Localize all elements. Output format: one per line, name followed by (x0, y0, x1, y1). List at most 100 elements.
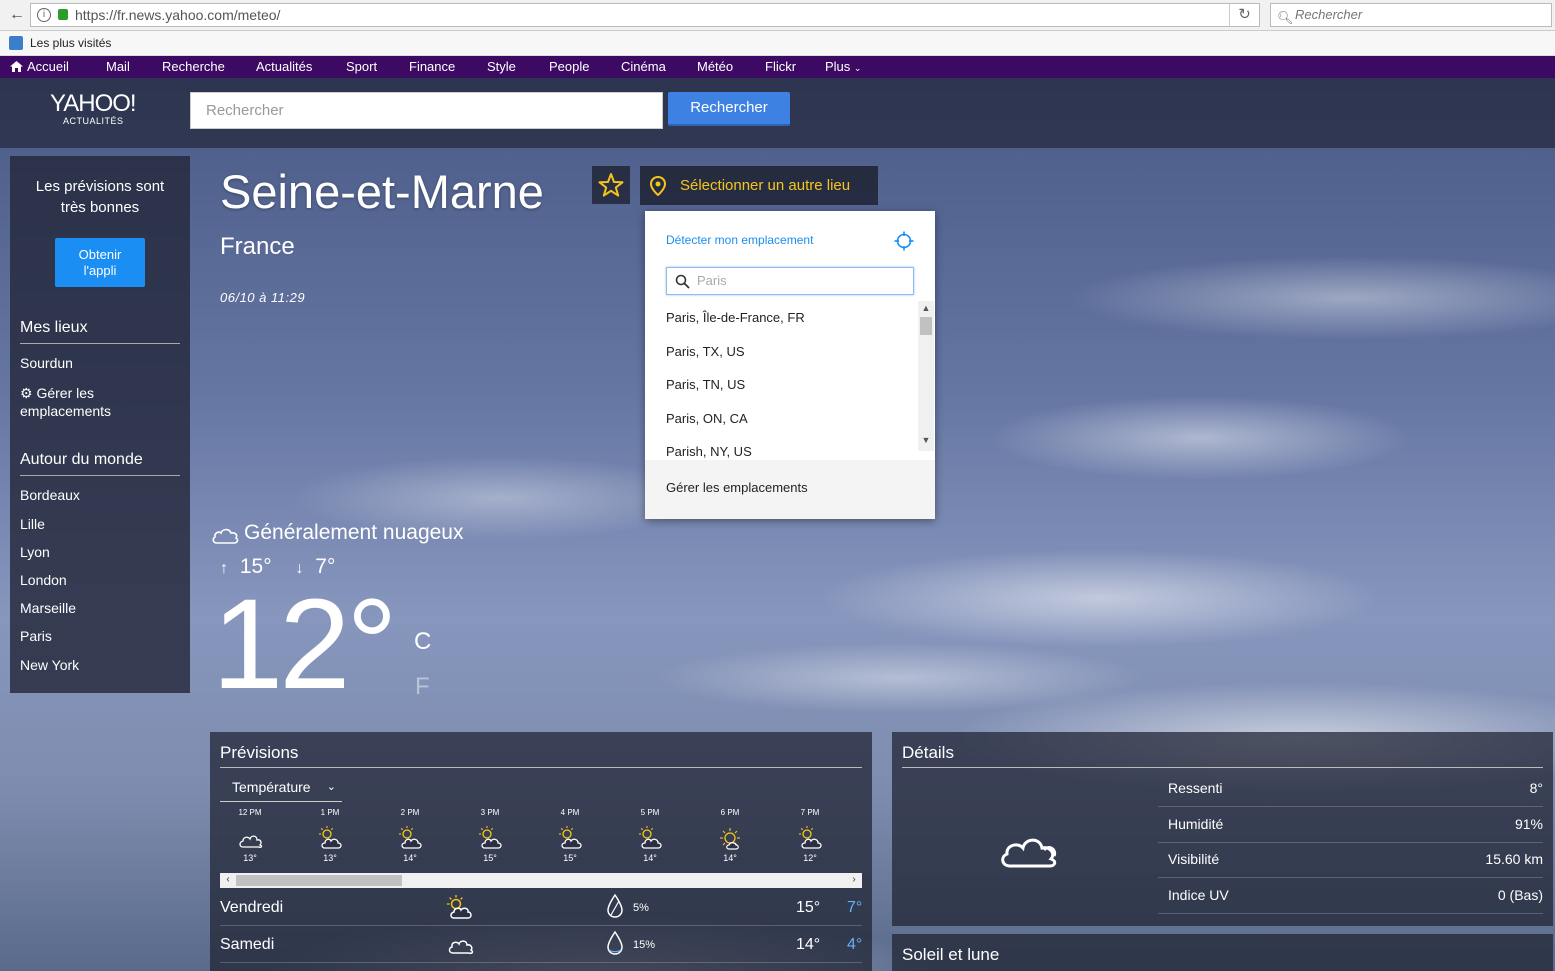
hour-time: 1 PM (320, 808, 340, 817)
manage-locations-link[interactable]: ⚙ Gérer les emplacements (20, 384, 111, 420)
hour-time: 4 PM (560, 808, 580, 817)
results-scrollbar[interactable]: ▲ ▼ (918, 301, 934, 451)
sidebar-item-london[interactable]: London (20, 572, 67, 588)
hour-time: 12 PM (238, 808, 262, 817)
scroll-thumb[interactable] (236, 875, 402, 886)
day-name: Samedi (220, 936, 275, 953)
hour-temp: 14° (643, 853, 657, 863)
search-icon: 🔍︎ (1277, 10, 1294, 25)
condition-text: Généralement nuageux (244, 521, 464, 544)
unit-fahrenheit[interactable]: F (415, 673, 430, 701)
scroll-up-icon[interactable]: ▲ (918, 303, 934, 313)
cloud-icon (1001, 838, 1057, 868)
sidebar-item-new-york[interactable]: New York (20, 657, 79, 673)
get-app-button[interactable]: Obtenir l'appli (55, 238, 145, 287)
home-icon (10, 61, 23, 72)
header-search-input[interactable]: Rechercher (190, 92, 663, 129)
detect-location-link[interactable]: Détecter mon emplacement (666, 233, 813, 247)
hourly-item: 4 PM 15° (540, 808, 600, 863)
select-location-button[interactable]: Sélectionner un autre lieu (640, 166, 878, 205)
nav-flickr[interactable]: Flickr (765, 56, 796, 78)
sun-icon (720, 828, 740, 850)
nav-accueil[interactable]: Accueil (10, 56, 69, 78)
sidebar-item-lille[interactable]: Lille (20, 516, 45, 532)
manage-locations-footer[interactable]: Gérer les emplacements (645, 460, 935, 519)
bookmark-most-visited[interactable]: Les plus visités (30, 36, 111, 50)
browser-search-input[interactable]: 🔍︎ Rechercher (1270, 3, 1552, 27)
forecast-title: Prévisions (220, 743, 299, 762)
browser-toolbar: ← i https://fr.news.yahoo.com/meteo/ ↻ 🔍… (0, 0, 1555, 31)
hour-temp: 15° (563, 853, 577, 863)
details-panel: Détails Ressenti 8° Humidité 91% Visibil… (892, 732, 1553, 926)
scroll-down-icon[interactable]: ▼ (918, 435, 934, 445)
hourly-scrollbar[interactable]: ‹ › (220, 873, 862, 888)
back-arrow-icon[interactable]: ← (6, 5, 28, 25)
sun-moon-title: Soleil et lune (902, 945, 1000, 964)
unit-celsius[interactable]: C (414, 628, 431, 656)
nav-actualites[interactable]: Actualités (256, 56, 312, 78)
hour-temp: 13° (323, 853, 337, 863)
sidebar-item-bordeaux[interactable]: Bordeaux (20, 487, 80, 503)
detail-value: 15.60 km (1485, 851, 1543, 867)
search-icon (675, 274, 690, 289)
gear-icon: ⚙ (20, 385, 33, 401)
hour-temp: 14° (403, 853, 417, 863)
cloud-icon (239, 835, 263, 848)
nav-style[interactable]: Style (487, 56, 516, 78)
sidebar-item-marseille[interactable]: Marseille (20, 600, 76, 616)
sidebar-item-sourdun[interactable]: Sourdun (20, 355, 73, 371)
my-places-heading: Mes lieux (20, 319, 180, 344)
partly-cloudy-icon (479, 826, 502, 849)
nav-cinema[interactable]: Cinéma (621, 56, 666, 78)
nav-meteo[interactable]: Météo (697, 56, 733, 78)
location-title: Seine-et-Marne (220, 165, 544, 218)
day-high: 14° (796, 936, 821, 953)
details-title: Détails (902, 743, 954, 762)
reload-icon[interactable]: ↻ (1229, 4, 1259, 26)
nav-plus[interactable]: Plus ⌄ (825, 56, 861, 79)
hourly-item: 6 PM 14° (700, 808, 760, 863)
location-search-input[interactable]: Paris (666, 267, 914, 295)
yahoo-logo[interactable]: YAHOO! (50, 90, 137, 118)
result-item[interactable]: Paris, TX, US (666, 344, 745, 359)
result-item[interactable]: Paris, TN, US (666, 377, 745, 392)
partly-cloudy-icon (447, 895, 472, 919)
nav-recherche[interactable]: Recherche (162, 56, 225, 78)
header-search-button[interactable]: Rechercher (668, 92, 790, 126)
location-datetime: 06/10 à 11:29 (220, 290, 306, 305)
forecast-type-select[interactable]: Température ⌄ (220, 776, 342, 802)
scroll-right-icon[interactable]: › (847, 873, 861, 887)
hourly-item: 1 PM 13° (300, 808, 360, 863)
top-navigation: Accueil Mail Recherche Actualités Sport … (0, 56, 1555, 78)
info-icon[interactable]: i (37, 8, 51, 22)
favorite-button[interactable] (592, 166, 630, 204)
url-text: https://fr.news.yahoo.com/meteo/ (75, 7, 281, 23)
promo-text: Les prévisions sont très bonnes (35, 178, 165, 216)
hour-temp: 15° (483, 853, 497, 863)
nav-mail[interactable]: Mail (106, 56, 130, 78)
crosshair-icon[interactable] (894, 231, 914, 251)
detail-value: 0 (Bas) (1497, 887, 1543, 903)
divider (902, 767, 1543, 768)
result-item[interactable]: Paris, Île-de-France, FR (666, 310, 805, 325)
scroll-thumb[interactable] (920, 317, 932, 335)
hourly-item: 12 PM 13° (220, 808, 280, 863)
cloud-icon (212, 528, 239, 544)
bookmarks-bar: Les plus visités (0, 31, 1555, 56)
nav-finance[interactable]: Finance (409, 56, 455, 78)
bookmark-icon (9, 36, 23, 50)
scroll-left-icon[interactable]: ‹ (221, 873, 235, 887)
result-item[interactable]: Parish, NY, US (666, 444, 752, 459)
sidebar-item-lyon[interactable]: Lyon (20, 544, 50, 560)
url-bar[interactable]: i https://fr.news.yahoo.com/meteo/ ↻ (30, 3, 1260, 27)
result-item[interactable]: Paris, ON, CA (666, 411, 748, 426)
partly-cloudy-icon (639, 826, 662, 849)
sidebar: Les prévisions sont très bonnes Obtenir l'… (10, 156, 190, 693)
detail-row: Visibilité 15.60 km (1158, 843, 1543, 878)
nav-sport[interactable]: Sport (346, 56, 377, 78)
nav-people[interactable]: People (549, 56, 589, 78)
hourly-item: 2 PM 14° (380, 808, 440, 863)
lock-icon (58, 9, 68, 20)
sidebar-item-paris[interactable]: Paris (20, 628, 52, 644)
hour-time: 6 PM (720, 808, 740, 817)
